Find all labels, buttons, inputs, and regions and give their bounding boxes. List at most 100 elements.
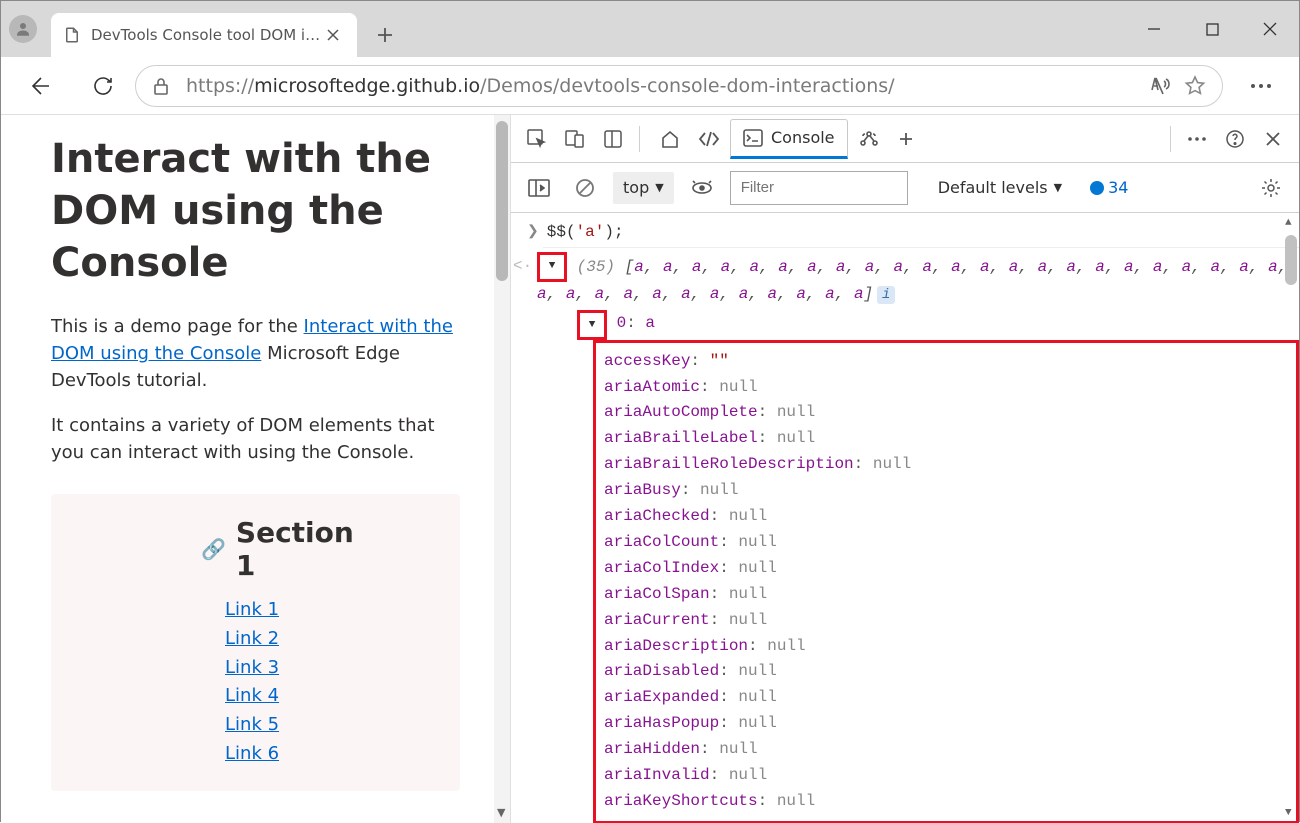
console-tab[interactable]: Console (730, 119, 848, 159)
page-panel: Interact with the DOM using the Console … (1, 115, 511, 823)
page-scrollbar[interactable]: ▼ (494, 115, 510, 823)
console-result-array[interactable]: <· ▼ (35) [a, a, a, a, a, a, a, a, a, a,… (527, 252, 1299, 308)
property-row[interactable]: ariaDisabled: null (604, 659, 1276, 685)
property-row[interactable]: ariaBrailleRoleDescription: null (604, 452, 1276, 478)
browser-toolbar: https://microsoftedge.github.io/Demos/de… (1, 57, 1299, 115)
url-host: microsoftedge.github.io (254, 75, 480, 97)
property-row[interactable]: ariaKeyShortcuts: null (604, 789, 1276, 815)
property-row[interactable]: ariaColSpan: null (604, 582, 1276, 608)
browser-tab-active[interactable]: DevTools Console tool DOM inte (51, 13, 357, 57)
read-aloud-icon[interactable] (1148, 75, 1170, 97)
browser-more-button[interactable] (1239, 64, 1283, 108)
devtools-top-bar: Console (511, 115, 1299, 163)
page-paragraph-2: It contains a variety of DOM elements th… (51, 412, 460, 466)
info-dot-icon (1090, 181, 1104, 195)
prompt-chevron-icon: ❯ (527, 223, 539, 240)
device-toggle-icon[interactable] (557, 121, 593, 157)
section-1-card: 🔗 Section 1 Link 1Link 2Link 3Link 4Link… (51, 494, 460, 791)
tab-title: DevTools Console tool DOM inte (91, 26, 321, 44)
profile-avatar[interactable] (9, 15, 37, 43)
result-chevron-icon: <· (513, 254, 532, 280)
property-row[interactable]: ariaColCount: null (604, 530, 1276, 556)
section-link[interactable]: Link 2 (225, 625, 360, 654)
property-row[interactable]: accessKey: "" (604, 349, 1276, 375)
element-properties-highlight: accessKey: ""ariaAtomic: nullariaAutoCom… (593, 340, 1299, 823)
console-filter-input[interactable] (730, 171, 908, 205)
back-button[interactable] (17, 64, 61, 108)
chevron-down-icon: ▼ (1054, 181, 1062, 194)
window-maximize-button[interactable] (1183, 1, 1241, 57)
console-body: ❯ $$('a'); <· ▼ (35) [a, a, a, a, a, a, … (511, 213, 1299, 823)
property-row[interactable]: ariaDescription: null (604, 634, 1276, 660)
property-row[interactable]: ariaBusy: null (604, 478, 1276, 504)
inspect-element-icon[interactable] (519, 121, 555, 157)
refresh-button[interactable] (81, 64, 125, 108)
toggle-sidebar-icon[interactable] (521, 170, 557, 206)
url-path: /Demos/devtools-console-dom-interactions… (480, 75, 894, 97)
devtools-panel: Console (511, 115, 1299, 823)
devtools-help-button[interactable] (1217, 121, 1253, 157)
scroll-up-icon[interactable]: ▲ (1285, 217, 1292, 229)
levels-selector[interactable]: Default levels ▼ (938, 178, 1062, 197)
lock-icon (152, 76, 170, 96)
console-icon (743, 129, 763, 147)
scroll-down-icon[interactable]: ▼ (1285, 807, 1292, 819)
window-controls (1125, 1, 1299, 57)
console-scrollbar-thumb[interactable] (1285, 235, 1297, 285)
devtools-close-button[interactable] (1255, 121, 1291, 157)
array-index-0-row[interactable]: ▼ 0: a (527, 310, 1299, 340)
index-disclosure-highlight: ▼ (577, 310, 607, 340)
page-scrollbar-thumb[interactable] (496, 121, 508, 281)
live-expression-icon[interactable] (684, 170, 720, 206)
section-link[interactable]: Link 5 (225, 711, 360, 740)
address-bar[interactable]: https://microsoftedge.github.io/Demos/de… (135, 65, 1223, 107)
page-content: Interact with the DOM using the Console … (1, 115, 510, 823)
property-row[interactable]: ariaColIndex: null (604, 556, 1276, 582)
property-row[interactable]: ariaInvalid: null (604, 763, 1276, 789)
browser-titlebar: DevTools Console tool DOM inte (1, 1, 1299, 57)
array-disclosure-triangle[interactable]: ▼ (540, 255, 564, 279)
index-disclosure-triangle[interactable]: ▼ (580, 313, 604, 337)
dock-side-icon[interactable] (595, 121, 631, 157)
favorite-icon[interactable] (1184, 75, 1206, 97)
property-row[interactable]: ariaHasPopup: null (604, 711, 1276, 737)
console-scrollbar[interactable]: ▲ ▼ (1283, 213, 1299, 823)
property-row[interactable]: ariaHidden: null (604, 737, 1276, 763)
property-row[interactable]: ariaCurrent: null (604, 608, 1276, 634)
devtools-tabs: Console (652, 119, 922, 159)
console-command-row[interactable]: ❯ $$('a'); (527, 221, 1299, 243)
section-link[interactable]: Link 3 (225, 654, 360, 683)
url-prefix: https:// (186, 75, 254, 97)
section-1-heading: 🔗 Section 1 (201, 516, 360, 582)
property-row[interactable]: ariaAtomic: null (604, 375, 1276, 401)
clear-console-icon[interactable] (567, 170, 603, 206)
divider (1170, 126, 1171, 152)
console-toolbar: top ▼ Default levels ▼ 34 (511, 163, 1299, 213)
console-settings-icon[interactable] (1253, 170, 1289, 206)
array-disclosure-highlight: ▼ (537, 252, 567, 282)
section-link[interactable]: Link 1 (225, 596, 360, 625)
chevron-down-icon: ▼ (655, 181, 663, 194)
section-link[interactable]: Link 4 (225, 682, 360, 711)
message-count[interactable]: 34 (1090, 178, 1128, 197)
page-scroll-down-icon[interactable]: ▼ (497, 806, 505, 819)
info-badge-icon[interactable]: i (877, 286, 895, 304)
new-tab-button[interactable] (363, 13, 407, 57)
window-minimize-button[interactable] (1125, 1, 1183, 57)
devtools-more-button[interactable] (1179, 121, 1215, 157)
property-row[interactable]: ariaChecked: null (604, 504, 1276, 530)
elements-tab[interactable] (690, 119, 728, 159)
context-selector[interactable]: top ▼ (613, 172, 674, 204)
property-row[interactable]: ariaBrailleLabel: null (604, 426, 1276, 452)
tab-close-button[interactable] (321, 23, 345, 47)
page-icon (63, 26, 81, 44)
welcome-tab[interactable] (652, 119, 688, 159)
property-row[interactable]: ariaExpanded: null (604, 685, 1276, 711)
sources-tab[interactable] (850, 119, 888, 159)
window-close-button[interactable] (1241, 1, 1299, 57)
section-link[interactable]: Link 6 (225, 740, 360, 769)
console-command: $$('a'); (547, 223, 624, 241)
page-paragraph-1: This is a demo page for the Interact wit… (51, 313, 460, 394)
more-tabs-button[interactable] (890, 119, 922, 159)
property-row[interactable]: ariaAutoComplete: null (604, 400, 1276, 426)
